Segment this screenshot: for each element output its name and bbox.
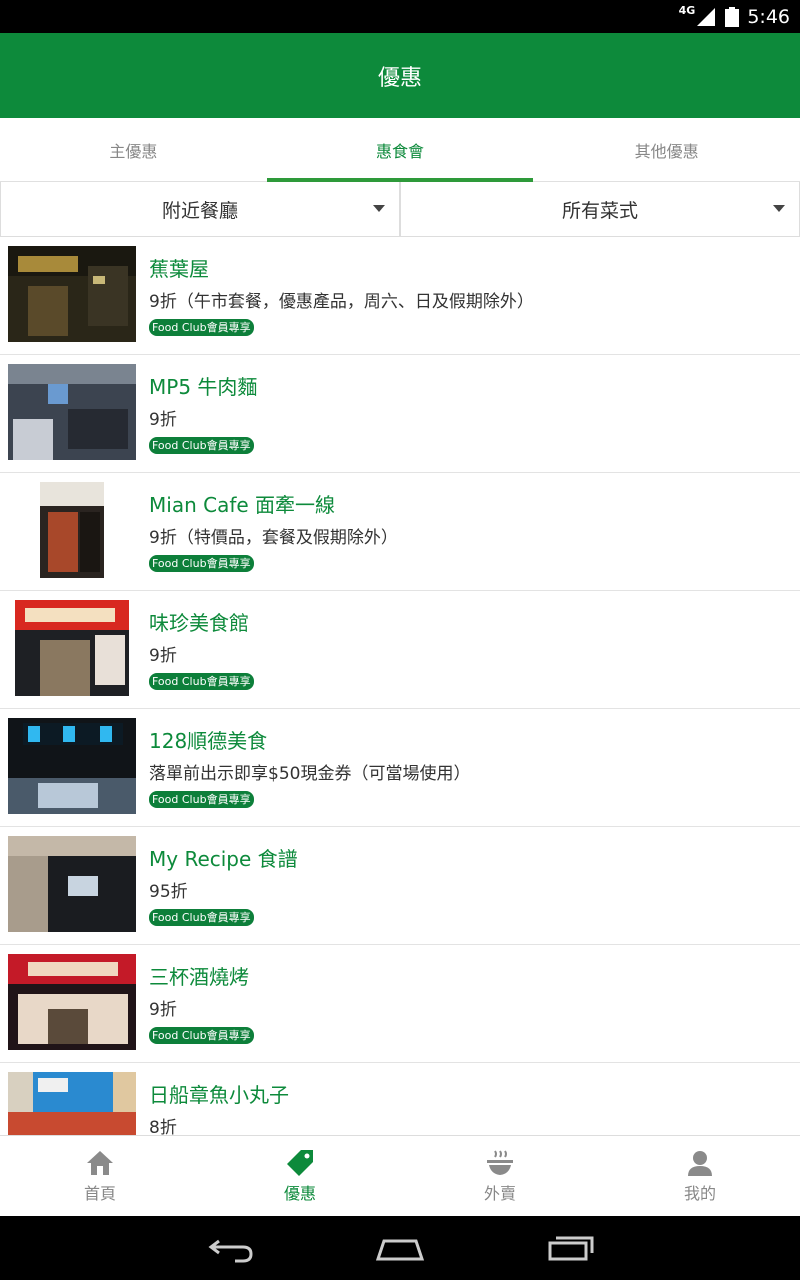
restaurant-photo: [15, 600, 129, 696]
location-dropdown-label: 附近餐廳: [161, 199, 238, 222]
restaurant-name: My Recipe 食譜: [149, 847, 298, 871]
member-badge: Food Club會員專享: [149, 791, 254, 808]
person-icon: [688, 1151, 712, 1176]
tab-main-offers[interactable]: 主優惠: [0, 118, 267, 181]
nav-takeaway[interactable]: 外賣: [400, 1136, 600, 1216]
bowl-icon: [487, 1150, 513, 1175]
system-nav-bar: [0, 1216, 800, 1280]
restaurant-photo: [8, 718, 136, 814]
member-badge: Food Club會員專享: [149, 437, 254, 454]
clock: 5:46: [747, 5, 790, 28]
page-title: 優惠: [377, 65, 422, 91]
restaurant-photo: [8, 246, 136, 342]
dropdown-arrow-icon: [373, 205, 385, 212]
home-button[interactable]: [315, 1216, 485, 1280]
offer-text: 9折: [149, 1000, 177, 1020]
tab-food-club[interactable]: 惠食會: [266, 118, 534, 182]
restaurant-name: 味珍美食館: [149, 611, 249, 635]
list-item[interactable]: MP5 牛肉麵 9折 Food Club會員專享: [0, 355, 800, 473]
home-nav-icon: [375, 1239, 425, 1261]
offer-text: 9折: [149, 410, 177, 430]
list-item[interactable]: 蕉葉屋 9折（午市套餐，優惠產品，周六、日及假期除外） Food Club會員專…: [0, 237, 800, 355]
tag-icon: [287, 1150, 313, 1176]
restaurant-name: 蕉葉屋: [149, 257, 209, 281]
bottom-nav: 首頁 優惠 外賣 我的: [0, 1135, 800, 1216]
dropdown-arrow-icon: [773, 205, 785, 212]
network-type: 4G: [678, 4, 696, 17]
cuisine-dropdown-label: 所有菜式: [561, 199, 638, 222]
battery-icon: [725, 6, 740, 27]
offer-text: 9折: [149, 646, 177, 666]
tab-other-offers[interactable]: 其他優惠: [533, 118, 800, 181]
app-bar: 優惠: [0, 33, 800, 118]
restaurant-name: 128順德美食: [149, 729, 268, 753]
tab-bar: 主優惠 惠食會 其他優惠: [0, 118, 800, 182]
list-item[interactable]: 三杯酒燒烤 9折 Food Club會員專享: [0, 945, 800, 1063]
restaurant-photo: [40, 482, 104, 578]
recents-button[interactable]: [485, 1216, 655, 1280]
member-badge: Food Club會員專享: [149, 1027, 254, 1044]
restaurant-photo: [8, 1072, 136, 1135]
list-item[interactable]: Mian Cafe 面牽一線 9折（特價品，套餐及假期除外） Food Club…: [0, 473, 800, 591]
restaurant-photo: [8, 954, 136, 1050]
list-item[interactable]: 128順德美食 落單前出示即享$50現金券（可當場使用） Food Club會員…: [0, 709, 800, 827]
restaurant-name: 日船章魚小丸子: [149, 1083, 289, 1107]
signal-icon: [697, 7, 716, 26]
list-item[interactable]: 日船章魚小丸子 8折: [0, 1063, 800, 1135]
nav-takeaway-label: 外賣: [483, 1184, 516, 1203]
nav-profile[interactable]: 我的: [600, 1136, 800, 1216]
nav-offers[interactable]: 優惠: [200, 1136, 400, 1216]
member-badge: Food Club會員專享: [149, 909, 254, 926]
offer-text: 9折（午市套餐，優惠產品，周六、日及假期除外）: [149, 292, 534, 312]
offer-text: 9折（特價品，套餐及假期除外）: [149, 528, 398, 548]
filter-bar: 附近餐廳 所有菜式: [0, 182, 800, 237]
restaurant-photo: [8, 364, 136, 460]
restaurant-photo: [8, 836, 136, 932]
back-button[interactable]: [145, 1216, 315, 1280]
status-bar: 4G 5:46: [0, 0, 800, 33]
nav-home[interactable]: 首頁: [0, 1136, 200, 1216]
restaurant-name: 三杯酒燒烤: [149, 965, 249, 989]
offer-text: 95折: [149, 882, 188, 902]
offer-text: 8折: [149, 1118, 177, 1135]
back-icon: [208, 1239, 253, 1263]
restaurant-name: Mian Cafe 面牽一線: [149, 493, 336, 517]
nav-home-label: 首頁: [83, 1184, 116, 1203]
recents-icon: [548, 1236, 594, 1261]
member-badge: Food Club會員專享: [149, 673, 254, 690]
restaurant-name: MP5 牛肉麵: [149, 375, 258, 399]
member-badge: Food Club會員專享: [149, 319, 254, 336]
restaurant-list[interactable]: 蕉葉屋 9折（午市套餐，優惠產品，周六、日及假期除外） Food Club會員專…: [0, 237, 800, 1135]
nav-offers-label: 優惠: [283, 1184, 316, 1203]
location-dropdown[interactable]: 附近餐廳: [0, 182, 400, 236]
nav-profile-label: 我的: [683, 1184, 716, 1203]
member-badge: Food Club會員專享: [149, 555, 254, 572]
offer-text: 落單前出示即享$50現金券（可當場使用）: [149, 764, 471, 784]
cuisine-dropdown[interactable]: 所有菜式: [400, 182, 800, 236]
list-item[interactable]: 味珍美食館 9折 Food Club會員專享: [0, 591, 800, 709]
home-icon: [87, 1151, 113, 1175]
list-item[interactable]: My Recipe 食譜 95折 Food Club會員專享: [0, 827, 800, 945]
